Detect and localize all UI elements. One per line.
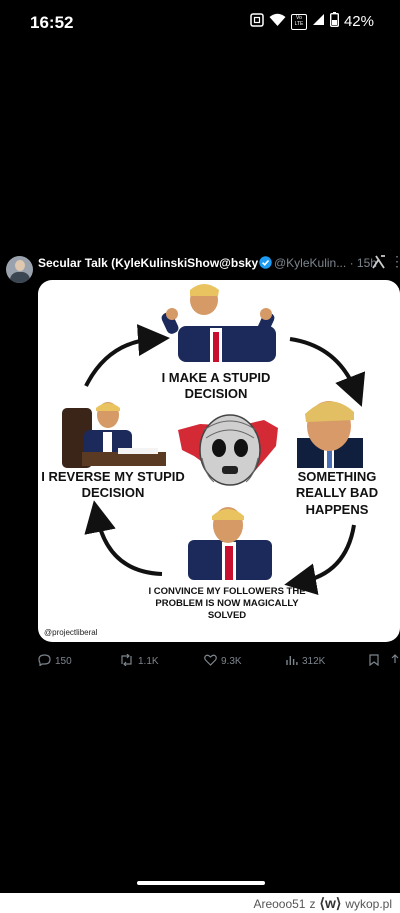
caption-bottom: I CONVINCE MY FOLLOWERS THE PROBLEM IS N… <box>148 586 306 621</box>
figure-right <box>297 401 363 468</box>
signal-icon <box>312 13 325 30</box>
more-options-icon[interactable]: ⋮ <box>390 253 400 270</box>
author-name[interactable]: Secular Talk (KyleKulinskiShow@bsky.so..… <box>38 256 258 270</box>
grok-icon[interactable] <box>372 255 386 274</box>
volte-badge: Vo LTE <box>294 14 304 27</box>
watermark-strip: Areooo51 z ⟨w⟩ wykop.pl <box>0 893 400 913</box>
watermark-user: Areooo51 <box>253 896 306 911</box>
meta-separator: · <box>349 256 354 270</box>
wifi-icon <box>269 13 286 31</box>
caption-right: SOMETHING REALLY BAD HAPPENS <box>295 469 379 517</box>
figure-left <box>62 402 166 468</box>
share-button[interactable] <box>390 654 400 669</box>
home-indicator[interactable] <box>137 881 265 885</box>
status-time: 16:52 <box>30 13 74 32</box>
verified-badge-icon <box>259 256 272 274</box>
nfc-icon <box>250 12 264 31</box>
like-count: 9.3K <box>221 656 242 667</box>
status-icons: Vo LTE 42% <box>250 12 374 31</box>
reply-count: 150 <box>55 656 72 667</box>
battery-level: 42% <box>343 13 374 30</box>
repost-button[interactable]: 1.1K <box>119 653 159 669</box>
bookmark-icon <box>369 654 379 669</box>
watermark-site: wykop.pl <box>345 896 392 911</box>
volte-icon: Vo LTE <box>290 13 307 30</box>
caption-top: I MAKE A STUPID DECISION <box>161 370 271 402</box>
center-art <box>178 414 278 486</box>
reply-icon <box>38 654 51 669</box>
tweet-actions: 150 1.1K 9.3K 312K <box>0 650 400 670</box>
repost-icon <box>119 653 134 669</box>
avatar[interactable] <box>6 256 33 283</box>
heart-icon <box>204 654 217 669</box>
figure-bottom <box>188 507 272 580</box>
arrow-bottom-right <box>284 524 356 596</box>
tweet-media-image[interactable]: I MAKE A STUPID DECISION I REVERSE MY ST… <box>38 280 400 642</box>
like-button[interactable]: 9.3K <box>204 654 242 669</box>
arrow-top-right <box>289 337 366 407</box>
share-icon <box>390 654 400 669</box>
battery-icon <box>329 12 339 31</box>
author-handle[interactable]: @KyleKulin... <box>274 256 346 270</box>
status-bar: 16:52 Vo LTE 42% <box>0 0 400 46</box>
caption-left: I REVERSE MY STUPID DECISION <box>41 469 185 501</box>
reply-button[interactable]: 150 <box>38 654 72 669</box>
views-button[interactable]: 312K <box>286 654 325 669</box>
watermark-joiner: z <box>309 896 316 911</box>
wykop-logo-icon: ⟨w⟩ <box>319 895 342 911</box>
views-icon <box>286 654 298 669</box>
bookmark-button[interactable] <box>369 654 379 669</box>
meme-credit: @projectliberal <box>44 628 98 637</box>
arrow-bottom-left <box>84 500 163 576</box>
views-count: 312K <box>302 656 326 667</box>
figure-top <box>161 284 276 362</box>
watermark: Areooo51 z ⟨w⟩ wykop.pl <box>253 895 392 912</box>
tweet-meta: @KyleKulin... · 15h <box>274 256 377 270</box>
repost-count: 1.1K <box>138 656 159 667</box>
